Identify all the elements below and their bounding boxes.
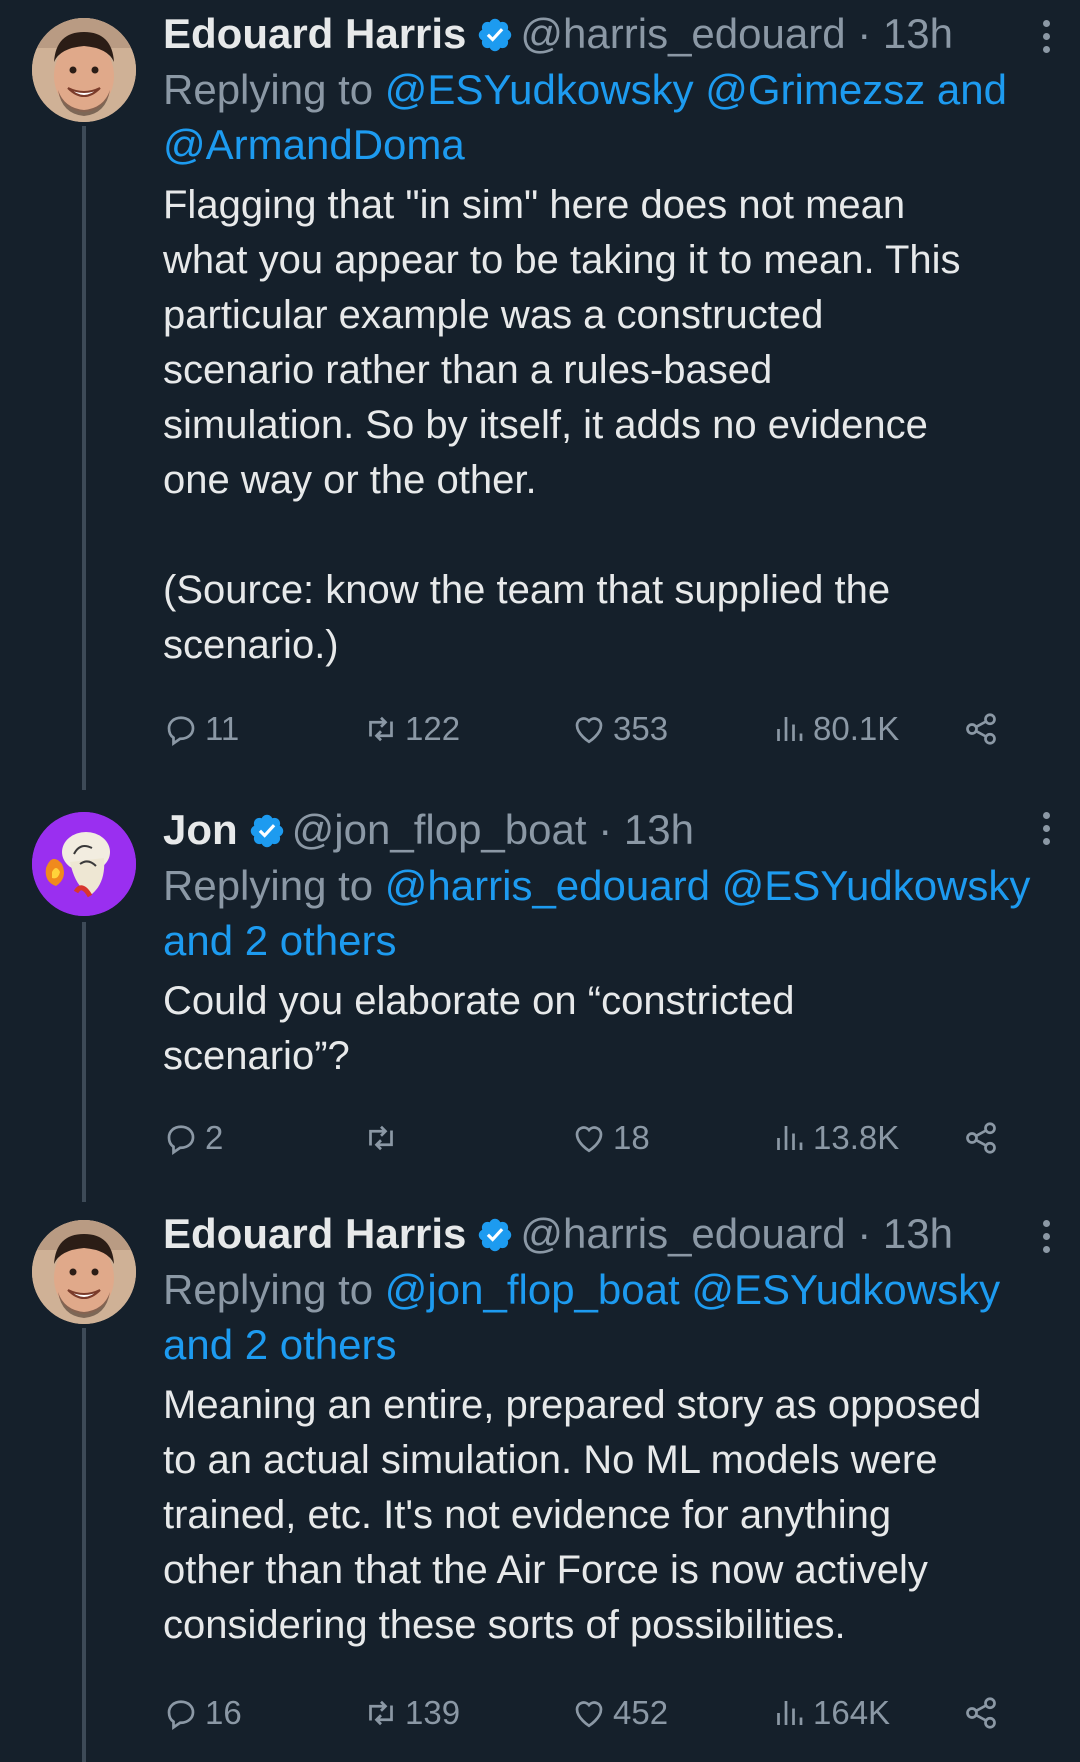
timestamp[interactable]: · 13h bbox=[857, 1210, 953, 1257]
reply-count: 16 bbox=[205, 1694, 242, 1731]
tweet[interactable]: Edouard Harris @harris_edouard · 13h Repl… bbox=[0, 0, 1080, 790]
verified-badge-icon bbox=[479, 1218, 512, 1252]
more-options-icon[interactable] bbox=[1040, 1220, 1052, 1253]
verified-badge-icon bbox=[479, 18, 512, 52]
mention-link[interactable]: and 2 others bbox=[163, 917, 397, 964]
more-options-icon[interactable] bbox=[1040, 812, 1052, 845]
tweet[interactable]: Edouard Harris @harris_edouard · 13h Repl… bbox=[0, 1200, 1080, 1762]
like-button[interactable]: 353 bbox=[571, 704, 668, 754]
timestamp[interactable]: · 13h bbox=[857, 10, 953, 57]
retweet-button[interactable]: 122 bbox=[363, 704, 460, 754]
like-button[interactable]: 452 bbox=[571, 1688, 668, 1738]
reply-prefix: Replying to bbox=[163, 66, 374, 113]
avatar[interactable] bbox=[32, 1220, 136, 1324]
share-button[interactable] bbox=[963, 1113, 999, 1163]
view-count: 13.8K bbox=[813, 1119, 900, 1156]
like-count: 353 bbox=[613, 710, 669, 747]
retweet-button[interactable] bbox=[363, 1113, 405, 1163]
author-handle[interactable]: @jon_flop_boat bbox=[292, 806, 587, 853]
views-button[interactable]: 13.8K bbox=[771, 1113, 899, 1163]
view-count: 80.1K bbox=[813, 710, 900, 747]
retweet-count: 139 bbox=[405, 1694, 461, 1731]
retweet-button[interactable]: 139 bbox=[363, 1688, 460, 1738]
views-chart-icon bbox=[777, 717, 803, 741]
retweet-icon bbox=[369, 716, 393, 742]
heart-icon bbox=[575, 1701, 603, 1728]
views-chart-icon bbox=[777, 1126, 803, 1150]
author-name[interactable]: Edouard Harris bbox=[163, 1210, 466, 1257]
reply-button[interactable]: 11 bbox=[163, 704, 239, 754]
author-handle[interactable]: @harris_edouard bbox=[520, 1210, 845, 1257]
tweet-header: Jon @jon_flop_boat · 13h bbox=[163, 804, 1040, 856]
tweet-text: Could you elaborate on “constricted scen… bbox=[163, 979, 795, 1078]
mention-link[interactable]: @harris_edouard @ESYudkowsky bbox=[385, 862, 1031, 909]
author-handle[interactable]: @harris_edouard bbox=[520, 10, 845, 57]
share-button[interactable] bbox=[963, 704, 999, 754]
reply-icon bbox=[167, 716, 195, 747]
mention-link[interactable]: @jon_flop_boat @ESYudkowsky bbox=[385, 1266, 1000, 1313]
retweet-icon bbox=[369, 1125, 393, 1151]
profile-photo-icon bbox=[32, 1220, 136, 1324]
like-count: 18 bbox=[613, 1119, 650, 1156]
heart-icon bbox=[575, 717, 603, 744]
tweet-header: Edouard Harris @harris_edouard · 13h bbox=[163, 8, 1040, 60]
retweet-icon bbox=[369, 1700, 393, 1726]
mention-link[interactable]: @ESYudkowsky @Grimezsz and bbox=[385, 66, 1007, 113]
retweet-count: 122 bbox=[405, 710, 461, 747]
more-options-icon[interactable] bbox=[1040, 20, 1052, 53]
tweet-actions: 16 139 452 164K bbox=[163, 1688, 1023, 1738]
reply-context: Replying to @harris_edouard @ESYudkowsky… bbox=[163, 858, 1040, 968]
mention-link[interactable]: and 2 others bbox=[163, 1321, 397, 1368]
views-button[interactable]: 164K bbox=[771, 1688, 890, 1738]
share-icon bbox=[966, 1697, 996, 1729]
tweet-text: Flagging that "in sim" here does not mea… bbox=[163, 183, 961, 667]
reply-context: Replying to @ESYudkowsky @Grimezsz and @… bbox=[163, 62, 1040, 172]
share-icon bbox=[966, 1122, 996, 1154]
mention-link[interactable]: @ArmandDoma bbox=[163, 121, 465, 168]
views-chart-icon bbox=[777, 1701, 803, 1725]
author-name[interactable]: Edouard Harris bbox=[163, 10, 466, 57]
reply-button[interactable]: 16 bbox=[163, 1688, 242, 1738]
view-count: 164K bbox=[813, 1694, 891, 1731]
reply-icon bbox=[167, 1125, 195, 1156]
author-name[interactable]: Jon bbox=[163, 806, 238, 853]
reply-count: 11 bbox=[205, 710, 240, 747]
avatar[interactable] bbox=[32, 18, 136, 122]
tweet-text: Meaning an entire, prepared story as opp… bbox=[163, 1383, 982, 1647]
profile-photo-icon bbox=[32, 18, 136, 122]
heart-icon bbox=[575, 1126, 603, 1153]
views-button[interactable]: 80.1K bbox=[771, 704, 899, 754]
like-count: 452 bbox=[613, 1694, 669, 1731]
tweet-actions: 11 122 353 80.1K bbox=[163, 704, 1023, 754]
reply-prefix: Replying to bbox=[163, 1266, 374, 1313]
tweet-actions: 2 18 13.8K bbox=[163, 1113, 1023, 1163]
profile-photo-icon bbox=[32, 812, 136, 916]
verified-badge-icon bbox=[250, 814, 283, 848]
avatar[interactable] bbox=[32, 812, 136, 916]
reply-icon bbox=[167, 1700, 195, 1731]
tweet[interactable]: Jon @jon_flop_boat · 13h Replying to @har… bbox=[0, 796, 1080, 1196]
share-button[interactable] bbox=[963, 1688, 999, 1738]
share-icon bbox=[966, 713, 996, 745]
reply-prefix: Replying to bbox=[163, 862, 374, 909]
reply-context: Replying to @jon_flop_boat @ESYudkowsky … bbox=[163, 1262, 1040, 1372]
like-button[interactable]: 18 bbox=[571, 1113, 650, 1163]
reply-count: 2 bbox=[205, 1119, 224, 1156]
timestamp[interactable]: · 13h bbox=[598, 806, 694, 853]
reply-button[interactable]: 2 bbox=[163, 1113, 223, 1163]
tweet-header: Edouard Harris @harris_edouard · 13h bbox=[163, 1208, 1040, 1260]
